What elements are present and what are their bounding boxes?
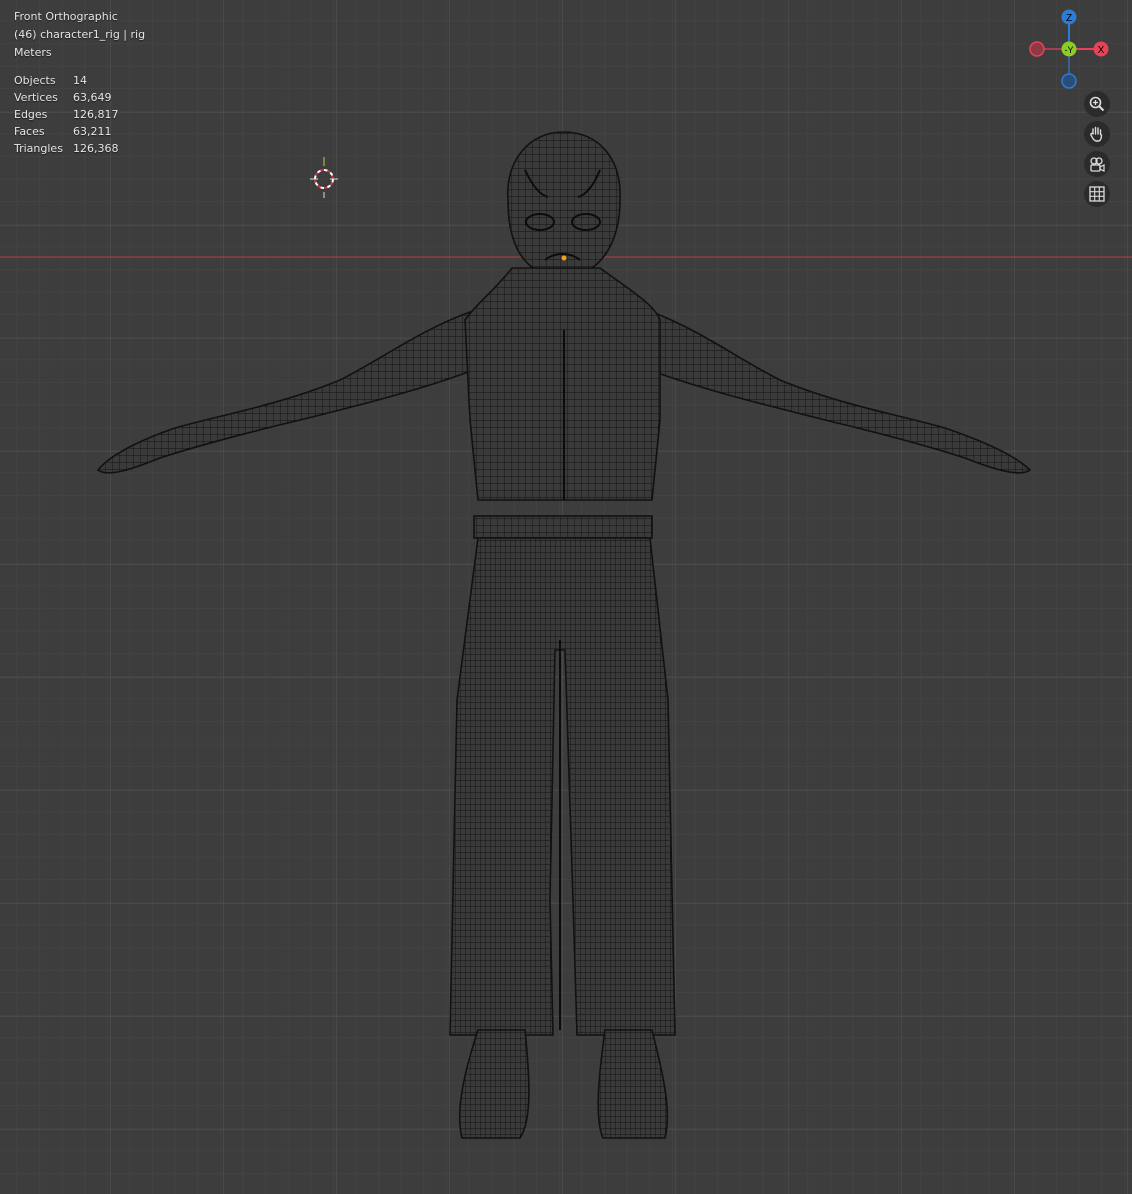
viewport-info-overlay: Front Orthographic (46) character1_rig |…: [14, 8, 145, 157]
stat-label: Edges: [14, 108, 48, 121]
zoom-icon: [1089, 96, 1105, 112]
hand-pan-icon: [1090, 126, 1103, 142]
character-wireframe[interactable]: [0, 0, 1132, 1194]
stat-label: Faces: [14, 125, 45, 138]
pan-button[interactable]: [1084, 121, 1110, 147]
stat-value: 126,817: [73, 108, 119, 121]
grid-perspective-icon: [1089, 186, 1105, 202]
origin-point: [561, 255, 567, 261]
camera-view-icon: [1090, 157, 1105, 172]
3d-cursor-icon[interactable]: [310, 157, 338, 198]
stat-value: 63,649: [73, 91, 112, 104]
x-axis-handle[interactable]: X: [1093, 41, 1109, 57]
unit-system: Meters: [14, 46, 52, 59]
stat-row-objects: Objects 14: [14, 72, 145, 89]
projection-toggle-button[interactable]: [1084, 181, 1110, 207]
svg-text:Z: Z: [1066, 13, 1072, 24]
y-axis-handle[interactable]: -Y: [1061, 41, 1077, 57]
stat-row-faces: Faces 63,211: [14, 123, 145, 140]
svg-text:-Y: -Y: [1065, 45, 1074, 55]
stat-label: Vertices: [14, 91, 58, 104]
navigation-gizmo[interactable]: Z X -Y: [1025, 6, 1115, 92]
stat-label: Triangles: [14, 142, 63, 155]
camera-view-button[interactable]: [1084, 151, 1110, 177]
zoom-button[interactable]: [1084, 91, 1110, 117]
stat-value: 126,368: [73, 142, 119, 155]
3d-viewport[interactable]: Front Orthographic (46) character1_rig |…: [0, 0, 1132, 1194]
svg-text:X: X: [1098, 45, 1105, 56]
stat-row-edges: Edges 126,817: [14, 106, 145, 123]
stat-value: 14: [73, 74, 87, 87]
view-name: Front Orthographic: [14, 10, 118, 23]
z-axis-handle[interactable]: Z: [1061, 9, 1077, 25]
stat-label: Objects: [14, 74, 56, 87]
negative-z-axis-handle[interactable]: [1061, 73, 1077, 89]
negative-x-axis-handle[interactable]: [1029, 41, 1045, 57]
scene-statistics: Objects 14 Vertices 63,649 Edges 126,817…: [14, 72, 145, 157]
stat-row-triangles: Triangles 126,368: [14, 140, 145, 157]
object-info: (46) character1_rig | rig: [14, 28, 146, 41]
stat-value: 63,211: [73, 125, 112, 138]
stat-row-vertices: Vertices 63,649: [14, 89, 145, 106]
